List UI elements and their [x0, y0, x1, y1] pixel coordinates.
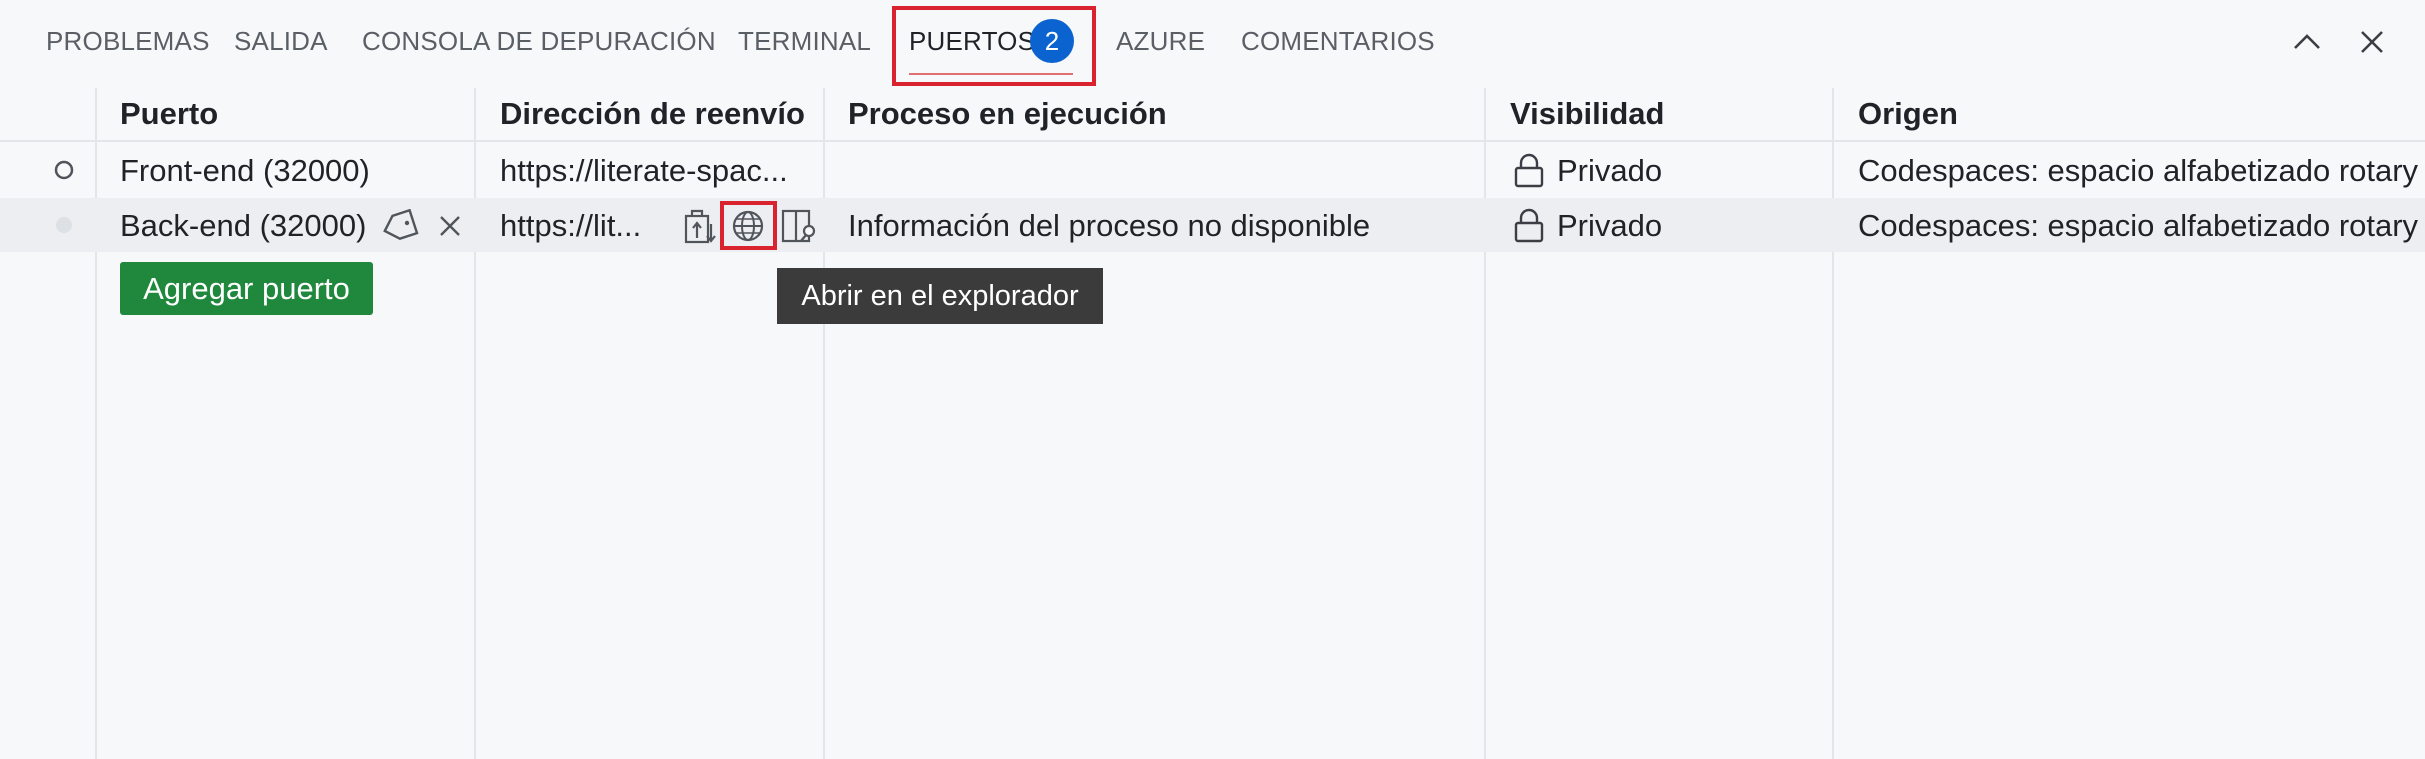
tab-terminal[interactable]: TERMINAL	[738, 26, 871, 57]
add-port-button[interactable]: Agregar puerto	[120, 262, 373, 315]
table-row[interactable]: Back-end (32000) https://lit... Informac…	[0, 198, 2425, 252]
column-header-visibility[interactable]: Visibilidad	[1510, 96, 1664, 132]
tab-highlight-box	[892, 6, 1096, 86]
chevron-up-icon	[2294, 34, 2320, 49]
status-dot-icon	[56, 217, 72, 233]
forwarded-address-link[interactable]: https://literate-spac...	[500, 153, 812, 189]
tab-output[interactable]: SALIDA	[234, 26, 328, 57]
visibility-value[interactable]: Privado	[1557, 153, 1662, 189]
tab-debug-console[interactable]: CONSOLA DE DEPURACIÓN	[362, 26, 716, 57]
tag-icon[interactable]	[380, 209, 420, 243]
table-row[interactable]: Front-end (32000) https://literate-spac.…	[0, 143, 2425, 197]
origin-value: Codespaces: espacio alfabetizado rotary	[1858, 208, 2419, 243]
preview-in-editor-icon[interactable]	[780, 207, 820, 245]
tab-comments[interactable]: COMENTARIOS	[1241, 26, 1435, 57]
port-label[interactable]: Back-end (32000)	[120, 208, 366, 244]
column-header-forwarded-address[interactable]: Dirección de reenvío	[500, 96, 805, 132]
table-header: Puerto Dirección de reenvío Proceso en e…	[0, 88, 2425, 142]
maximize-panel-button[interactable]	[2287, 22, 2327, 62]
open-in-browser-tooltip: Abrir en el explorador	[777, 268, 1103, 324]
column-header-running-process[interactable]: Proceso en ejecución	[848, 96, 1167, 132]
tab-problems[interactable]: PROBLEMAS	[46, 26, 210, 57]
lock-icon	[1514, 208, 1544, 243]
tab-azure[interactable]: AZURE	[1116, 26, 1205, 57]
forwarded-address-link[interactable]: https://lit...	[500, 208, 670, 244]
stop-forwarding-icon[interactable]	[435, 211, 465, 241]
close-panel-button[interactable]	[2352, 22, 2392, 62]
running-process: Información del proceso no disponible	[848, 208, 1371, 243]
panel-tab-bar: PROBLEMAS SALIDA CONSOLA DE DEPURACIÓN T…	[0, 0, 2425, 88]
port-label[interactable]: Front-end (32000)	[120, 153, 370, 189]
lock-icon	[1514, 153, 1544, 188]
copy-address-icon[interactable]	[683, 206, 717, 246]
origin-value: Codespaces: espacio alfabetizado rotary	[1858, 153, 2419, 188]
globe-highlight-box	[720, 201, 777, 250]
visibility-value[interactable]: Privado	[1557, 208, 1662, 244]
column-header-port[interactable]: Puerto	[120, 96, 218, 132]
column-header-origin[interactable]: Origen	[1858, 96, 1958, 132]
close-icon	[2361, 31, 2383, 53]
circle-outline-icon	[54, 160, 74, 180]
